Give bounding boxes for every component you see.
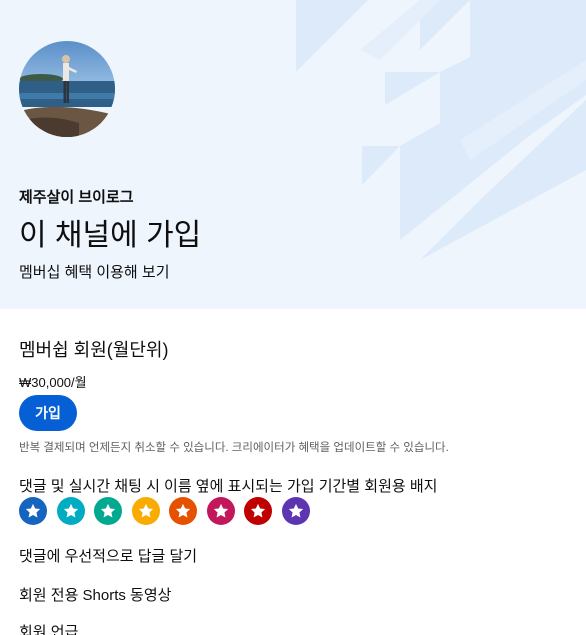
star-icon (138, 503, 153, 518)
channel-header: 제주살이 브이로그 이 채널에 가입 멤버십 혜택 이용해 보기 (0, 0, 586, 309)
loyalty-badge-2 (56, 497, 85, 525)
loyalty-badge-4 (131, 497, 160, 525)
join-button[interactable]: 가입 (19, 395, 77, 431)
loyalty-badges (19, 497, 310, 527)
loyalty-badge-3 (94, 497, 122, 525)
star-icon (250, 503, 266, 518)
page-subtitle: 멤버십 혜택 이용해 보기 (19, 264, 170, 281)
page-title: 이 채널에 가입 (19, 219, 202, 252)
channel-avatar[interactable] (19, 41, 115, 137)
star-icon (175, 503, 191, 518)
loyalty-badge-6 (206, 497, 235, 525)
loyalty-badge-8 (281, 497, 310, 525)
star-icon (213, 503, 228, 518)
billing-fine-print: 반복 결제되며 언제든지 취소할 수 있습니다. 크리에이터가 혜택을 업데이트… (19, 442, 449, 454)
star-icon (288, 503, 303, 518)
channel-name: 제주살이 브이로그 (19, 189, 134, 206)
membership-tier-name: 멤버쉽 회원(월단위) (19, 340, 169, 360)
perk-priority-replies: 댓글에 우선적으로 답글 달기 (19, 548, 198, 565)
perk-member-shoutouts: 회원 언급 (19, 624, 79, 635)
avatar-image (19, 41, 115, 137)
membership-price: ₩30,000/월 (19, 375, 87, 390)
loyalty-badge-7 (244, 497, 272, 525)
star-icon (25, 503, 41, 518)
loyalty-badge-5 (169, 497, 197, 525)
star-icon (63, 503, 78, 518)
perk-members-shorts: 회원 전용 Shorts 동영상 (19, 587, 172, 604)
star-icon (100, 503, 116, 518)
loyalty-badge-1 (19, 497, 47, 525)
perk-badges-title: 댓글 및 실시간 채팅 시 이름 옆에 표시되는 가입 기간별 회원용 배지 (19, 478, 438, 495)
